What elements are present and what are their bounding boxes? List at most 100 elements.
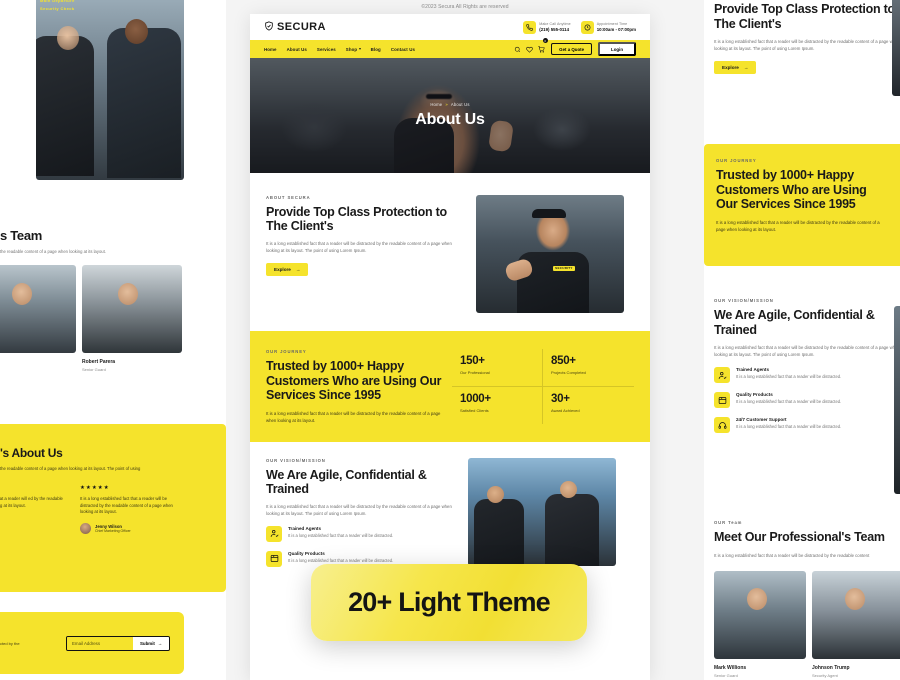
stat-item: 30+ Award Achieved xyxy=(543,387,634,424)
search-icon[interactable] xyxy=(514,40,521,58)
right-preview-panel: ABOUT SECURA Provide Top Class Protectio… xyxy=(704,0,900,680)
feature-item: Trained Agents It is a long established … xyxy=(266,525,456,542)
nav-label: Services xyxy=(316,46,336,52)
get-a-quote-button[interactable]: Get a Quote xyxy=(551,43,593,55)
cart-icon[interactable]: 0 xyxy=(538,38,548,58)
right-journey-body: It is a long established fact that a rea… xyxy=(716,219,880,232)
page-title: About Us xyxy=(415,111,485,128)
explore-label: Explore xyxy=(722,65,739,70)
submit-label: Submit xyxy=(140,640,155,646)
clock-icon xyxy=(580,20,594,34)
team-member-name: Johnson Trump xyxy=(812,664,850,671)
explore-button[interactable]: Explore → xyxy=(266,263,309,276)
left-team-title: s Team xyxy=(0,228,43,243)
stat-value: 150+ xyxy=(460,355,485,367)
left-team-name: Trump xyxy=(0,359,76,365)
nav-item-shop[interactable]: Shop xyxy=(346,47,361,52)
security-badge: SECURITY xyxy=(552,265,575,271)
feature-title: Quality Products xyxy=(736,392,773,397)
newsletter-text: cted by the xyxy=(0,640,20,646)
explore-label: Explore xyxy=(274,267,291,272)
about-title: Provide Top Class Protection to The Clie… xyxy=(266,205,447,233)
team-card[interactable]: Mark Willions Senior Guard xyxy=(714,570,806,678)
feature-text: It is a long established fact that a rea… xyxy=(736,424,842,429)
team-photo xyxy=(812,570,900,659)
left-hero-image: Main Departure Security Check xyxy=(36,0,184,180)
light-theme-badge-label: 20+ Light Theme xyxy=(348,587,551,617)
left-team-card[interactable]: Trump ent xyxy=(0,265,76,372)
nav-item-contact-us[interactable]: Contact Us xyxy=(391,47,415,52)
nav-item-about-us[interactable]: About Us xyxy=(287,47,307,52)
nav-label: About Us xyxy=(286,46,307,52)
rating-stars: ★★ xyxy=(0,485,70,491)
left-team-section: s Team the readable content of a page wh… xyxy=(0,228,226,372)
left-team-card[interactable]: Robert Parera Senior Guard xyxy=(82,265,182,372)
feature-title: Trained Agents xyxy=(288,525,322,531)
testimonial-role: Chief Marketing Officer xyxy=(95,528,131,533)
team-member-role: Security Agent xyxy=(812,672,838,678)
user-check-icon xyxy=(714,367,730,383)
right-team-eyebrow: OUR Team xyxy=(714,520,743,525)
feature-item: Trained Agents It is a long established … xyxy=(714,367,900,383)
nav-item-home[interactable]: Home xyxy=(264,47,277,52)
testimonial-card: ★★★★★ It is a long established fact that… xyxy=(80,485,184,534)
right-about-section: ABOUT SECURA Provide Top Class Protectio… xyxy=(714,0,900,96)
left-team-role: ent xyxy=(0,367,76,372)
arrow-right-icon: → xyxy=(295,267,301,272)
breadcrumb-home[interactable]: Home xyxy=(430,102,442,107)
right-team-title: Meet Our Professional's Team xyxy=(714,530,885,544)
right-team-sub: It is a long established fact that a rea… xyxy=(714,552,870,558)
stat-label: Award Achieved xyxy=(551,407,580,413)
light-theme-badge: 20+ Light Theme xyxy=(311,564,587,641)
testimonial-text: established fact that a reader will ed b… xyxy=(0,496,63,508)
newsletter-section: cted by the Submit → xyxy=(0,612,184,674)
login-button[interactable]: Login xyxy=(598,42,636,56)
nav-item-blog[interactable]: Blog xyxy=(371,47,381,52)
email-input[interactable] xyxy=(67,636,133,650)
team-card[interactable]: Johnson Trump Security Agent xyxy=(812,570,900,678)
team-member-name: Mark Willions xyxy=(714,664,747,671)
chevron-down-icon xyxy=(358,48,361,50)
stat-label: Projects Completed xyxy=(551,370,586,375)
vision-title: We Are Agile, Confidential & Trained xyxy=(266,467,427,496)
left-hero-label: Main Departure xyxy=(40,0,75,3)
about-section: ABOUT SECURA Provide Top Class Protectio… xyxy=(250,173,650,331)
left-team-sub: the readable content of a page when look… xyxy=(0,249,106,254)
nav-item-services[interactable]: Services xyxy=(317,47,336,52)
user-check-icon xyxy=(266,525,282,542)
left-team-photo xyxy=(82,265,182,353)
box-icon xyxy=(714,392,730,408)
heart-icon[interactable] xyxy=(526,40,533,58)
journey-body: It is a long established fact that a rea… xyxy=(266,410,441,423)
feature-text: It is a long established fact that a rea… xyxy=(288,532,394,538)
stat-value: 30+ xyxy=(551,392,570,405)
vision-section: OUR VISION/MISSION We Are Agile, Confide… xyxy=(250,441,650,567)
logo[interactable]: SECURA xyxy=(264,20,326,34)
nav-links: Home About Us Services Shop Blog Contact… xyxy=(264,47,415,52)
nav-label: Shop xyxy=(345,46,358,52)
submit-button[interactable]: Submit → xyxy=(133,636,170,650)
arrow-right-icon: → xyxy=(157,640,163,646)
hero-banner: Home » About Us About Us xyxy=(250,58,650,173)
feature-title: Quality Products xyxy=(288,550,325,556)
feature-text: It is a long established fact that a rea… xyxy=(736,374,842,379)
left-preview-panel: Main Departure Security Check s Team the… xyxy=(0,0,226,680)
nav-label: Contact Us xyxy=(390,46,416,52)
stat-item: 1000+ Satisfied Clients xyxy=(452,386,543,424)
site-navbar: Home About Us Services Shop Blog Contact… xyxy=(250,38,650,58)
stat-label: Our Professional xyxy=(460,370,490,375)
right-vision-photo-edge xyxy=(894,306,900,494)
cart-badge: 0 xyxy=(542,38,548,43)
about-eyebrow: ABOUT SECURA xyxy=(266,195,311,200)
breadcrumb-current: About Us xyxy=(450,102,470,107)
arrow-right-icon: → xyxy=(743,65,749,70)
right-journey-title: Trusted by 1000+ Happy Customers Who are… xyxy=(716,168,867,211)
right-vision-eyebrow: OUR VISION/MISSION xyxy=(714,298,774,303)
logo-text: SECURA xyxy=(277,21,326,33)
right-explore-button[interactable]: Explore → xyxy=(714,61,757,74)
right-about-photo-edge xyxy=(892,0,900,96)
stat-label: Satisfied Clients xyxy=(460,407,489,413)
stat-item: 850+ Projects Completed xyxy=(543,349,634,387)
rating-stars: ★★★★★ xyxy=(80,485,110,491)
feature-item: Quality Products It is a long establishe… xyxy=(714,392,900,408)
